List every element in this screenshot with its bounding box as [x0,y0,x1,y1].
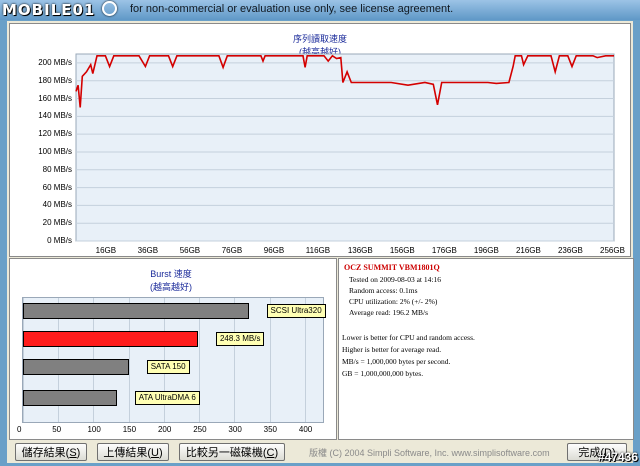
mobile01-watermark: MOBILE01 [2,1,117,19]
burst-x-tick-label: 350 [263,425,278,434]
burst-bar [23,359,129,375]
burst-chart-title: Burst 速度 (越高越好) [121,267,221,293]
compare-drive-accesskey: C [266,447,275,459]
burst-x-tick-label: 200 [157,425,172,434]
burst-x-tick-label: 100 [87,425,101,434]
upload-results-label: 上傳結果 [103,447,148,459]
burst-x-tick-label: 50 [52,425,62,434]
read-plot-area [75,53,615,242]
random-access-text: Random access: 0.1ms [349,286,418,295]
burst-bar-label: ATA UltraDMA 6 [134,391,200,405]
burst-bar [23,331,198,347]
burst-bar-label: SATA 150 [146,360,190,374]
cpu-utilization-text: CPU utilization: 2% (+/- 2%) [349,297,438,306]
title-bar: MOBILE01 for non-commercial or evaluatio… [0,0,640,20]
results-info-panel: OCZ SUMMIT VBM1801Q Tested on 2009-08-03… [338,258,634,440]
drive-model: OCZ SUMMIT VBM1801Q [344,263,440,272]
burst-x-tick-label: 0 [17,425,22,434]
burst-chart-title-line2: (越高越好) [150,282,192,292]
burst-bar-label: SCSI Ultra320 [266,304,326,318]
save-results-label: 儲存結果 [21,447,66,459]
burst-x-tick-label: 400 [298,425,313,434]
watermark-logo-icon [101,1,117,16]
average-read-text: Average read: 196.2 MB/s [349,308,429,317]
read-chart-plot [75,53,615,242]
save-results-button[interactable]: 儲存結果(S) [15,443,87,461]
compare-drive-label: 比較另一磁碟機 [185,447,263,459]
main-window: 序列讀取速度 (越高越好) 200 MB/s 180 MB/s 160 MB/s 14… [7,21,634,463]
window-title: for non-commercial or evaluation use onl… [130,3,454,15]
burst-bar-label: 248.3 MB/s [215,332,265,346]
upload-results-button[interactable]: 上傳結果(U) [97,443,169,461]
burst-x-tick-label: 300 [228,425,242,434]
note-lower-better: Lower is better for CPU and random acces… [342,333,475,342]
watermark-text: MOBILE01 [2,1,96,19]
burst-chart-title-line1: Burst 速度 [150,269,192,279]
burst-x-tick-label: 250 [193,425,207,434]
note-higher-better: Higher is better for average read. [342,345,442,354]
note-gb-definition: GB = 1,000,000,000 bytes. [342,369,424,378]
burst-chart-plot: 0 50 100 150 200 250 300 350 400 SCSI Ultra320 248… [17,297,326,434]
upload-results-accesskey: U [151,447,159,459]
tested-on-text: Tested on 2009-08-03 at 14:16 [349,275,441,284]
burst-bar [23,303,249,319]
compare-drive-button[interactable]: 比較另一磁碟機(C) [179,443,285,461]
burst-chart-panel: Burst 速度 (越高越好) 0 50 100 150 200 250 300 350 400… [9,258,337,440]
save-results-accesskey: S [69,447,77,459]
burst-bar [23,390,117,406]
read-chart-panel: 序列讀取速度 (越高越好) 200 MB/s 180 MB/s 160 MB/s 14… [9,23,631,257]
copyright-footer: 版權 (C) 2004 Simpli Software, Inc. www.si… [309,448,550,458]
burst-x-tick-label: 150 [122,425,137,434]
photo-id-stamp: #47436 [597,450,638,464]
note-mbs-definition: MB/s = 1,000,000 bytes per second. [342,357,451,366]
